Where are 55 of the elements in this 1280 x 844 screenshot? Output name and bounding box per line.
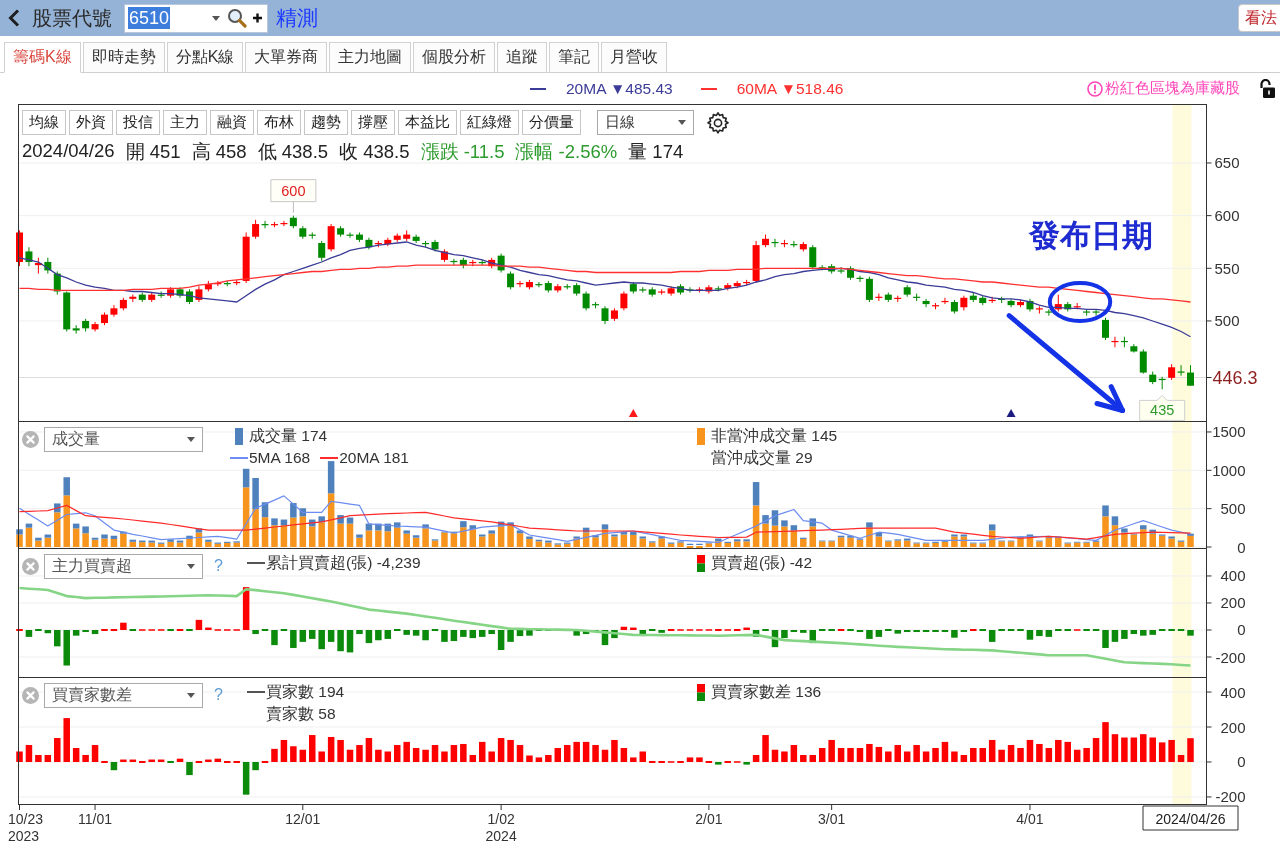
axis-label: 200 — [1220, 594, 1246, 612]
axis-label: 4/01 — [1016, 811, 1044, 827]
axis-label: 650 — [1214, 154, 1240, 172]
legend-label: 20MA ▼485.43 — [566, 79, 673, 98]
legend-label: 累計買賣超(張) -4,239 — [266, 552, 421, 573]
axis-label: 500 — [1220, 500, 1246, 518]
axis-label: 11/01 — [78, 811, 113, 827]
quote-date: 2024/04/26 — [22, 140, 115, 162]
annotation-text: 發布日期 — [1029, 218, 1154, 254]
quote-field: 開 451 — [125, 138, 181, 164]
quote-field: 收 438.5 — [339, 138, 410, 164]
price-level-label: 446.3 — [1212, 367, 1258, 388]
axis-label: 550 — [1214, 259, 1240, 277]
axis-label: 400 — [1220, 567, 1246, 585]
quote-field: 低 438.5 — [257, 138, 329, 164]
low-price-label: 435 — [1139, 394, 1186, 421]
axis-label: 200 — [1220, 718, 1246, 736]
selected-text: 6510 — [128, 7, 171, 29]
axis-label: 400 — [1220, 683, 1246, 701]
legend-label: 當沖成交量 29 — [711, 447, 813, 468]
quote-field: 漲幅 -2.56% — [515, 138, 618, 164]
axis-label: 3/01 — [818, 811, 846, 827]
quote-field: 量 174 — [628, 138, 684, 164]
quote-field: 高 458 — [191, 138, 247, 164]
axis-label: 600 — [1214, 207, 1240, 225]
axis-label: 2/01 — [695, 811, 723, 827]
axis-label: 0 — [1237, 538, 1246, 556]
quote-field: 漲跌 -11.5 — [420, 138, 505, 164]
legend-label: 賣家數 58 — [266, 703, 336, 724]
axis-label: 0 — [1237, 621, 1246, 639]
annotation: 435 — [1150, 402, 1175, 419]
stock-code-label: 股票代號 — [32, 5, 112, 31]
axis-label: 500 — [1214, 312, 1240, 330]
notice-text: 粉紅色區塊為庫藏股 — [1105, 79, 1240, 98]
axis-label: 1500 — [1212, 423, 1246, 441]
axis-label: -200 — [1215, 648, 1246, 666]
legend-label: 非當沖成交量 145 — [711, 425, 838, 446]
axis-label: 10/23 2023 — [8, 811, 44, 844]
x-tick-label: 2024/04/26 — [1155, 810, 1226, 827]
legend-label: 買賣家數差 136 — [711, 681, 822, 702]
axis-label: 1/02 2024 — [485, 811, 517, 844]
stock-name: 精測 — [276, 5, 318, 31]
cursor-date-label: 2024/04/26 — [1142, 805, 1239, 831]
axis-label: 1000 — [1212, 461, 1246, 479]
legend-label: 5MA 168 — [249, 449, 311, 467]
legend-label: 60MA ▼518.46 — [736, 79, 844, 98]
axis-label: 12/01 — [285, 811, 321, 827]
annotation: 600 — [281, 182, 306, 199]
legend-label: 20MA 181 — [339, 449, 409, 467]
high-price-label: 600 — [270, 179, 317, 214]
legend-label: 買家數 194 — [266, 681, 345, 702]
legend-label: 成交量 174 — [249, 425, 328, 446]
legend-label: 買賣超(張) -42 — [711, 552, 813, 573]
axis-label: 0 — [1237, 753, 1246, 771]
axis-label: -200 — [1215, 788, 1246, 806]
